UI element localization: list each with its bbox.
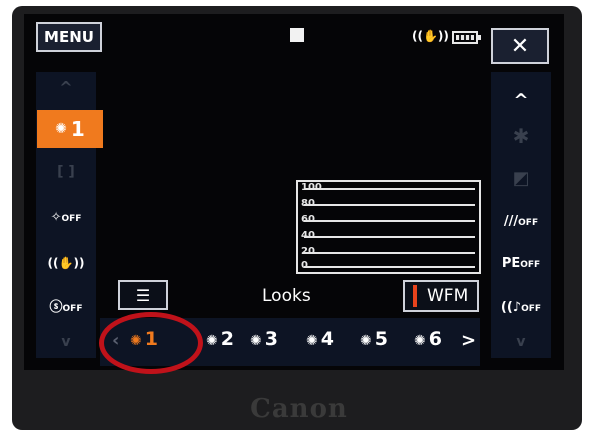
auto-mode-off-icon[interactable]: ⓢOFF [36,296,96,315]
current-look-number: 1 [70,117,85,141]
look-5-button[interactable]: ✺ 5 [360,328,388,350]
look-icon: ✺ [206,333,218,349]
wfm-marker-icon [413,285,417,307]
image-stabilizer-icon[interactable]: ((✋)) [36,256,96,270]
look-2-button[interactable]: ✺ 2 [206,328,234,350]
wfm-label-20: 20 [301,246,315,257]
exposure-comp-icon: ◩ [512,168,530,189]
look-4-button[interactable]: ✺ 4 [306,328,334,350]
exposure-lock-icon: ✱ [512,124,530,148]
look-6-button[interactable]: ✺ 6 [414,328,442,350]
look-6-label: 6 [428,328,442,350]
face-detect-off-label: OFF [61,214,82,224]
close-button[interactable]: ✕ [491,28,549,64]
look-2-label: 2 [220,328,234,350]
peaking-off-icon[interactable]: PEOFF [491,256,551,271]
mic-off-label: OFF [521,304,542,314]
current-look-indicator[interactable]: ✺ 1 [37,110,103,148]
peaking-prefix: PE [501,256,521,271]
look-icon: ✺ [250,333,262,349]
waveform-monitor: 100 80 60 40 20 0 [296,180,481,274]
frame-guide-icon[interactable]: [ ] [36,164,96,180]
look-4-label: 4 [320,328,334,350]
peaking-off-label: OFF [520,260,541,270]
grid-line [304,204,475,206]
look-icon: ✺ [414,333,426,349]
menu-button[interactable]: MENU [36,22,102,52]
scroll-down-icon[interactable]: v [491,334,551,350]
rec-square-icon [290,28,304,42]
highlight-ring [99,312,203,374]
mic-off-icon[interactable]: ((♪OFF [491,300,551,315]
grid-line [304,266,475,268]
battery-icon [452,31,481,44]
zebra-off-label: OFF [518,218,539,228]
grid-line [304,188,475,190]
wfm-label-0: 0 [301,260,308,271]
look-settings-button[interactable]: ☰ [118,280,168,310]
grid-line [304,252,475,254]
scroll-down-icon[interactable]: v [36,334,96,350]
right-function-column: ^ ✱ ◩ ///OFF PEOFF ((♪OFF v [491,72,551,358]
brand-logo: Canon [250,394,348,424]
grid-line [304,236,475,238]
face-detect-off-icon[interactable]: ✧OFF [36,210,96,225]
look-3-label: 3 [264,328,278,350]
look-icon: ✺ [306,333,318,349]
wfm-label-60: 60 [301,214,315,225]
scroll-up-icon[interactable]: ^ [36,78,96,97]
scroll-up-icon[interactable]: ^ [491,90,551,111]
wfm-button[interactable]: WFM [403,280,479,312]
lcd-screen [24,14,564,370]
looks-title: Looks [262,286,311,306]
wfm-label: WFM [427,286,469,306]
wfm-label-80: 80 [301,198,315,209]
look-3-button[interactable]: ✺ 3 [250,328,278,350]
wfm-label-40: 40 [301,230,315,241]
stabilizer-icon: ((✋)) [412,29,449,43]
grid-line [304,220,475,222]
next-arrow-icon[interactable]: > [461,330,476,351]
zebra-off-icon[interactable]: ///OFF [491,214,551,229]
look-icon: ✺ [360,333,372,349]
auto-mode-off-label: OFF [62,304,83,314]
wfm-label-100: 100 [301,182,322,193]
look-5-label: 5 [374,328,388,350]
